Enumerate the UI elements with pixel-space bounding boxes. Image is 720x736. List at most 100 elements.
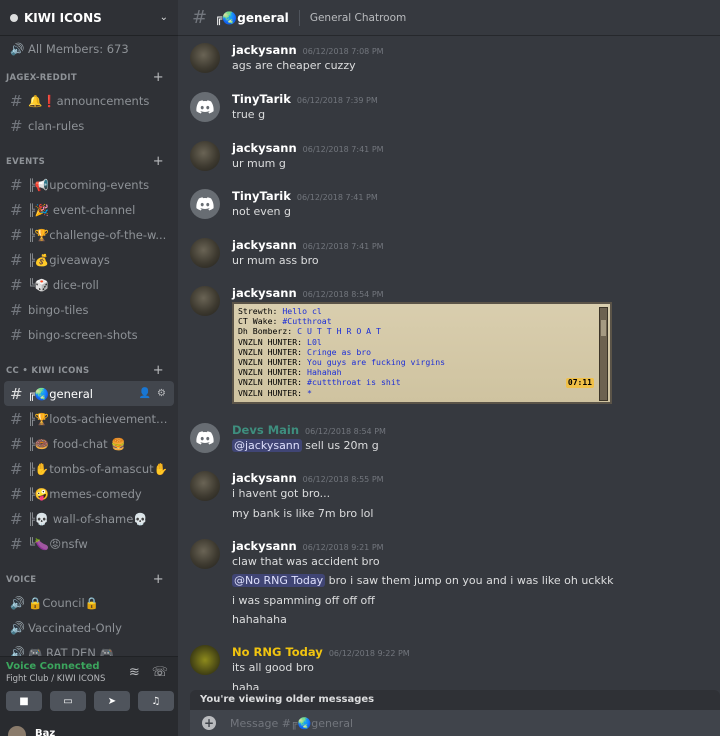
soundboard-button[interactable]: ♫	[138, 691, 174, 711]
channel-topic[interactable]: General Chatroom	[310, 12, 406, 24]
channel-bingo-screen-shots[interactable]: # bingo-screen-shots	[0, 322, 178, 347]
channel-label: clan-rules	[28, 118, 85, 133]
add-channel-icon[interactable]: +	[153, 71, 164, 84]
chevron-down-icon[interactable]: ⌄	[160, 12, 168, 23]
game-chat-text: Hahahah	[307, 367, 342, 378]
add-attachment-icon[interactable]: +	[202, 716, 216, 730]
message-list[interactable]: jackysann 06/12/2018 7:08 PM ags are chea…	[178, 36, 720, 690]
channel-loots-achievements[interactable]: # ╠🏆loots-achievements...	[0, 406, 178, 431]
gear-icon[interactable]: ⚙	[157, 388, 166, 399]
message-timestamp: 06/12/2018 7:41 PM	[302, 242, 384, 251]
message-text: not even g	[232, 205, 292, 218]
avatar[interactable]	[190, 43, 220, 73]
game-chat-screenshot[interactable]: Strewth: Hello cl CT Wake: #Cutthroat Dh…	[232, 302, 612, 404]
avatar[interactable]	[190, 645, 220, 675]
voice-channel-council[interactable]: 🔊 🔒Council🔒	[0, 590, 178, 615]
channel-clan-rules[interactable]: # clan-rules	[0, 113, 178, 138]
user-mention[interactable]: @jackysann	[232, 439, 302, 452]
message-author[interactable]: jackysann	[232, 238, 297, 252]
hash-icon: #	[10, 509, 23, 528]
invite-icon[interactable]: 👤	[139, 388, 151, 399]
channel-giveaways[interactable]: # ╠💰giveaways	[0, 247, 178, 272]
channel-label: ╠✋tombs-of-amascut✋	[28, 461, 168, 476]
hash-icon: #	[10, 200, 23, 219]
user-name[interactable]: Baz	[35, 728, 55, 736]
camera-icon: ■	[19, 695, 29, 707]
avatar[interactable]	[190, 92, 220, 122]
channel-label: ╠🤪memes-comedy	[28, 486, 142, 501]
avatar[interactable]	[8, 726, 26, 736]
channel-label: 🔒Council🔒	[28, 595, 99, 610]
category-cc-kiwi-icons[interactable]: CC • KIWI ICONS +	[0, 347, 178, 381]
avatar[interactable]	[190, 286, 220, 316]
add-channel-icon[interactable]: +	[153, 573, 164, 586]
channel-bingo-tiles[interactable]: # bingo-tiles	[0, 297, 178, 322]
avatar[interactable]	[190, 423, 220, 453]
channel-dice-roll[interactable]: # ╚🎲 dice-roll	[0, 272, 178, 297]
user-mention[interactable]: @No RNG Today	[232, 574, 326, 587]
channel-memes-comedy[interactable]: # ╠🤪memes-comedy	[0, 481, 178, 506]
channel-nsfw[interactable]: # ╚🍆😡nsfw	[0, 531, 178, 556]
channel-general[interactable]: # ╔🌏general 👤 ⚙	[4, 381, 174, 406]
message-input[interactable]	[230, 716, 530, 730]
hash-icon: #	[10, 384, 23, 403]
channel-wall-of-shame[interactable]: # ╠💀 wall-of-shame💀	[0, 506, 178, 531]
game-chat-name: CT Wake:	[238, 316, 278, 327]
avatar[interactable]	[190, 189, 220, 219]
channel-event-channel[interactable]: # ╠🎉 event-channel	[0, 197, 178, 222]
avatar[interactable]	[190, 238, 220, 268]
category-events[interactable]: EVENTS +	[0, 138, 178, 172]
hash-icon: #	[10, 275, 23, 294]
message-author[interactable]: jackysann	[232, 141, 297, 155]
activity-button[interactable]: ➤	[94, 691, 130, 711]
message-composer: +	[190, 710, 720, 736]
channel-label: ╠🏆loots-achievements...	[28, 411, 170, 426]
all-members-row[interactable]: 🔊 All Members: 673	[0, 36, 178, 62]
disconnect-call-icon[interactable]: ☏	[152, 665, 168, 680]
message-author[interactable]: TinyTarik	[232, 189, 291, 203]
add-channel-icon[interactable]: +	[153, 364, 164, 377]
game-chat-name: VNZLN HUNTER:	[238, 336, 303, 347]
channel-upcoming-events[interactable]: # ╠📢upcoming-events	[0, 172, 178, 197]
message-author[interactable]: jackysann	[232, 471, 297, 485]
discord-logo-icon	[196, 100, 214, 114]
channel-label: bingo-tiles	[28, 302, 89, 317]
channel-announcements[interactable]: # 🔔❗announcements	[0, 88, 178, 113]
discord-logo-icon	[196, 431, 214, 445]
message-author[interactable]: jackysann	[232, 286, 297, 300]
game-chat-scrollbar	[599, 307, 608, 401]
soundboard-icon: ♫	[151, 695, 161, 707]
avatar[interactable]	[190, 539, 220, 569]
older-messages-notice[interactable]: You're viewing older messages	[190, 690, 720, 710]
screen-share-button[interactable]: ▭	[50, 691, 86, 711]
hash-icon: #	[192, 7, 208, 28]
channel-food-chat[interactable]: # ╠🍩 food-chat 🍔	[0, 431, 178, 456]
category-label: VOICE	[6, 575, 37, 585]
message-author[interactable]: Devs Main	[232, 423, 299, 437]
channel-label: ╔🌏general	[28, 386, 93, 401]
channel-tombs-of-amascut[interactable]: # ╠✋tombs-of-amascut✋	[0, 456, 178, 481]
avatar[interactable]	[190, 141, 220, 171]
hash-icon: #	[10, 300, 23, 319]
message-timestamp: 06/12/2018 7:39 PM	[296, 96, 378, 105]
message-author[interactable]: jackysann	[232, 539, 297, 553]
noise-suppression-icon[interactable]: ≋	[129, 665, 140, 680]
category-label: EVENTS	[6, 157, 46, 167]
message-author[interactable]: No RNG Today	[232, 645, 323, 659]
voice-connected-status[interactable]: Voice Connected	[6, 661, 100, 672]
channel-challenge[interactable]: # ╠🏆challenge-of-the-w...	[0, 222, 178, 247]
add-channel-icon[interactable]: +	[153, 155, 164, 168]
video-button[interactable]: ■	[6, 691, 42, 711]
avatar[interactable]	[190, 471, 220, 501]
message-author[interactable]: jackysann	[232, 43, 297, 57]
scrollbar-thumb	[601, 320, 606, 336]
category-voice[interactable]: VOICE +	[0, 556, 178, 590]
server-header[interactable]: KIWI ICONS ⌄	[0, 0, 178, 36]
hash-icon: #	[10, 325, 23, 344]
category-jagex-reddit[interactable]: JAGEX-REDDIT +	[0, 62, 178, 88]
message-author[interactable]: TinyTarik	[232, 92, 291, 106]
voice-connected-channel[interactable]: Fight Club / KIWI ICONS	[6, 674, 105, 684]
game-chat-line: VNZLN HUNTER: Cringe as bro	[238, 347, 594, 357]
message-text: claw that was accident bro	[232, 555, 380, 568]
voice-channel-vaccinated-only[interactable]: 🔊 Vaccinated-Only	[0, 615, 178, 640]
